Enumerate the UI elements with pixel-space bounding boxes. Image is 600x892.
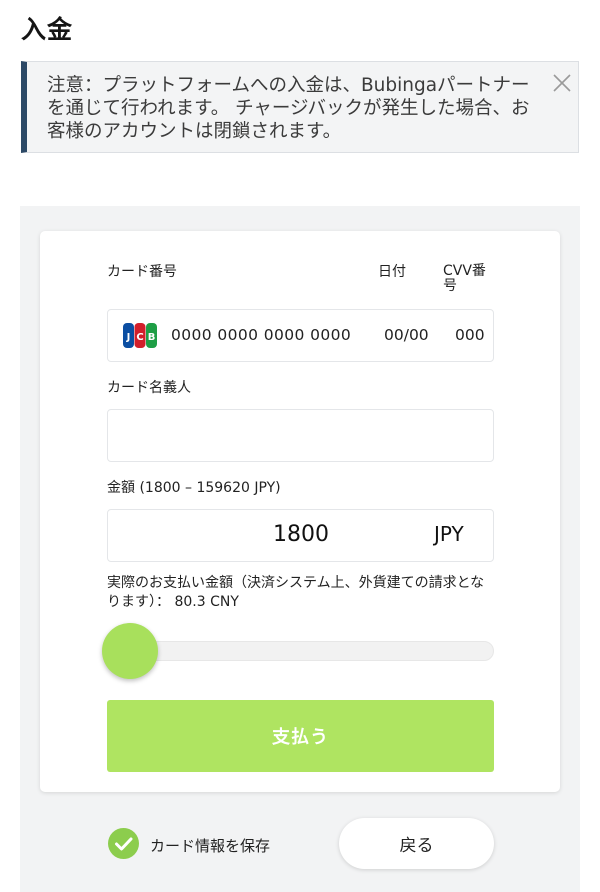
amount-value[interactable]: 1800 [273, 522, 329, 547]
date-label: 日付 [378, 264, 406, 280]
card-number-input[interactable]: 0000 0000 0000 0000 [171, 326, 351, 344]
back-button[interactable]: 戻る [339, 818, 494, 869]
jcb-logo-icon: J C B [122, 322, 158, 349]
card-input-group: J C B 0000 0000 0000 0000 00/00 000 [107, 309, 494, 362]
svg-text:C: C [136, 332, 143, 343]
cvv-label: CVV番号 [443, 263, 486, 294]
close-icon[interactable] [550, 71, 574, 95]
amount-label: 金額 (1800 – 159620 JPY) [107, 480, 281, 496]
amount-slider-thumb[interactable] [102, 623, 158, 679]
card-date-input[interactable]: 00/00 [384, 326, 429, 344]
card-holder-label: カード名義人 [107, 380, 191, 396]
amount-input[interactable]: 1800 JPY [107, 509, 494, 562]
amount-currency: JPY [434, 522, 464, 546]
save-card-checkbox[interactable] [108, 828, 139, 859]
card-holder-input[interactable] [107, 409, 494, 462]
notice-banner: 注意：プラットフォームへの入金は、Bubingaパートナーを通じて行われます。 … [21, 61, 579, 153]
pay-button[interactable]: 支払う [107, 700, 494, 772]
check-icon [115, 837, 133, 851]
svg-text:J: J [126, 332, 131, 343]
actual-payment-amount: 実際のお支払い金額（決済システム上、外貨建ての請求となります）： 80.3 CN… [107, 575, 485, 610]
save-card-label[interactable]: カード情報を保存 [150, 835, 270, 856]
payment-form-card: カード番号 日付 CVV番号 J C B 0000 0000 0000 0000… [40, 231, 560, 792]
svg-text:B: B [148, 332, 156, 343]
page-title: 入金 [21, 15, 74, 44]
amount-slider-track[interactable] [107, 641, 494, 661]
card-cvv-input[interactable]: 000 [455, 326, 485, 344]
notice-text: 注意：プラットフォームへの入金は、Bubingaパートナーを通じて行われます。 … [47, 75, 530, 142]
card-number-label: カード番号 [107, 264, 177, 280]
